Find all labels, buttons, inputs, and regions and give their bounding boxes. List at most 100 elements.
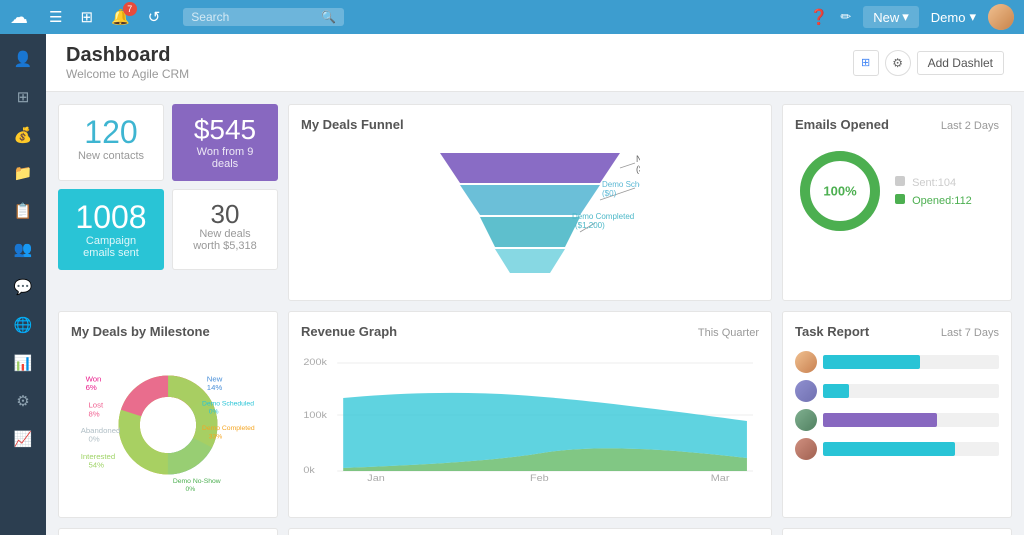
pie-svg: Won 6% New 14% Demo Scheduled 0% Demo Co…	[71, 345, 265, 505]
milestone-card: My Deals by Milestone	[58, 311, 278, 518]
svg-text:Demo Scheduled: Demo Scheduled	[602, 180, 640, 189]
sidebar-item-reports[interactable]: 📊	[4, 346, 42, 380]
svg-text:100k: 100k	[303, 411, 327, 421]
sidebar-item-settings[interactable]: ⚙	[4, 384, 42, 418]
sidebar-item-deals[interactable]: 💰	[4, 118, 42, 152]
task-bar-row	[795, 351, 999, 373]
donut-chart: 100%	[795, 146, 885, 236]
nav-grid-icon[interactable]: ⊞	[75, 6, 98, 28]
task-bar-outer-4	[823, 442, 999, 456]
svg-text:Demo Completed: Demo Completed	[202, 425, 255, 432]
campaign-number: 1008	[73, 200, 149, 235]
main-content: Dashboard Welcome to Agile CRM ⊞ ⚙ Add D…	[46, 34, 1024, 535]
funnel-title: My Deals Funnel	[301, 117, 759, 132]
donut-container: 100% Sent:104 Opened:112	[795, 146, 999, 236]
task-bar-row-3	[795, 409, 999, 431]
search-icon: 🔍	[321, 10, 336, 24]
svg-text:($1,200): ($1,200)	[575, 221, 605, 230]
svg-text:33%: 33%	[209, 434, 223, 441]
svg-text:Interested: Interested	[81, 452, 115, 461]
revenue-chart: 200k 100k 0k Jan	[301, 353, 759, 483]
sidebar-item-messages[interactable]: 💬	[4, 270, 42, 304]
svg-text:Abandoned: Abandoned	[81, 426, 121, 435]
avatar-image	[988, 4, 1014, 30]
new-button[interactable]: New ▾	[863, 6, 919, 28]
pie-chart: Won 6% New 14% Demo Scheduled 0% Demo Co…	[71, 345, 265, 505]
tasks-card: Tasks All Over Due Call for Demo Francoi…	[782, 528, 1012, 535]
won-label: Won from 9 deals	[187, 146, 263, 170]
sidebar-item-analytics[interactable]: 📈	[4, 422, 42, 456]
opened-legend: Opened:112	[895, 194, 972, 207]
svg-text:0%: 0%	[88, 434, 99, 443]
email-legend: Sent:104 Opened:112	[895, 176, 972, 207]
task-bar-inner-2	[823, 384, 849, 398]
task-bar-outer-1	[823, 355, 999, 369]
contacts-label: New contacts	[73, 150, 149, 162]
svg-text:New: New	[207, 374, 223, 383]
revenue-header: Revenue Graph This Quarter	[301, 324, 759, 345]
demo-button[interactable]: Demo ▾	[931, 9, 976, 25]
funnel-chart: New ($500) Demo Scheduled ($0) Demo Comp…	[301, 138, 759, 288]
svg-text:Demo Scheduled: Demo Scheduled	[202, 401, 254, 408]
apps-grid-button[interactable]: ⊞	[853, 50, 879, 76]
search-input[interactable]	[191, 10, 321, 24]
svg-text:54%: 54%	[88, 461, 104, 470]
sidebar-item-files[interactable]: 📁	[4, 156, 42, 190]
header-actions: ⊞ ⚙ Add Dashlet	[853, 50, 1004, 76]
sidebar-item-contacts[interactable]: 👤	[4, 42, 42, 76]
svg-text:Jan: Jan	[367, 474, 384, 483]
svg-text:Lost: Lost	[88, 401, 103, 410]
edit-icon[interactable]: ✏	[840, 9, 851, 25]
emails-period: Last 2 Days	[941, 120, 999, 132]
avatar[interactable]	[988, 4, 1014, 30]
won-stat: $545 Won from 9 deals	[172, 104, 278, 181]
svg-text:Feb: Feb	[530, 474, 549, 483]
sidebar-item-tasks[interactable]: 📋	[4, 194, 42, 228]
campaign-stat: 1008 Campaign emails sent	[58, 189, 164, 270]
help-icon[interactable]: ❓	[810, 8, 829, 26]
nav-menu-icon[interactable]: ☰	[44, 6, 67, 28]
add-dashlet-button[interactable]: Add Dashlet	[917, 51, 1004, 75]
deals-stat: 30 New deals worth $5,318	[172, 189, 278, 270]
task-bar-outer-2	[823, 384, 999, 398]
svg-text:Mar: Mar	[711, 474, 730, 483]
contacts-stat: 120 New contacts	[58, 104, 164, 181]
task-bar-inner-3	[823, 413, 937, 427]
task-report-period: Last 7 Days	[941, 327, 999, 339]
sidebar-item-groups[interactable]: 👥	[4, 232, 42, 266]
nav-history-icon[interactable]: ↺	[143, 6, 166, 28]
row-2: My Deals by Milestone	[58, 311, 1012, 518]
task-bar-row-4	[795, 438, 999, 460]
donut-percent: 100%	[823, 184, 856, 199]
task-avatar-1	[795, 351, 817, 373]
emails-card: Emails Opened Last 2 Days 100%	[782, 104, 1012, 301]
logo-icon[interactable]: ☁	[10, 7, 28, 28]
sent-legend: Sent:104	[895, 176, 972, 189]
activities-card: Activities ✉ ✉ Email subject - Agile CRM…	[288, 528, 772, 535]
app-body: 👤 ⊞ 💰 📁 📋 👥 💬 🌐 📊 ⚙ 📈 Dashboard Welcome …	[0, 34, 1024, 535]
deals-label: New deals worth $5,318	[187, 228, 263, 252]
search-box: 🔍	[183, 8, 344, 26]
sidebar-item-apps[interactable]: ⊞	[4, 80, 42, 114]
gear-button[interactable]: ⚙	[885, 50, 911, 76]
task-bar-row-2	[795, 380, 999, 402]
task-avatar-2	[795, 380, 817, 402]
task-bars	[795, 351, 999, 460]
page-header: Dashboard Welcome to Agile CRM ⊞ ⚙ Add D…	[46, 34, 1024, 92]
svg-text:Demo Completed: Demo Completed	[572, 212, 634, 221]
svg-text:6%: 6%	[86, 383, 97, 392]
top-nav: ☁ ☰ ⊞ 🔔7 ↺ 🔍 ❓ ✏ New ▾ Demo ▾	[0, 0, 1024, 34]
svg-text:0%: 0%	[209, 408, 219, 415]
emails-title: Emails Opened	[795, 117, 889, 132]
svg-text:0k: 0k	[303, 466, 314, 476]
nav-notification-icon[interactable]: 🔔7	[106, 6, 135, 28]
chevron-down-icon: ▾	[902, 9, 909, 25]
svg-text:0%: 0%	[185, 486, 195, 493]
svg-text:200k: 200k	[303, 358, 327, 368]
revenue-card: Revenue Graph This Quarter 200k 100k 0k	[288, 311, 772, 518]
task-bar-inner-1	[823, 355, 920, 369]
won-number: $545	[187, 115, 263, 146]
sidebar-item-web[interactable]: 🌐	[4, 308, 42, 342]
svg-text:($500): ($500)	[636, 164, 640, 174]
funnel-card: My Deals Funnel New ($500)	[288, 104, 772, 301]
